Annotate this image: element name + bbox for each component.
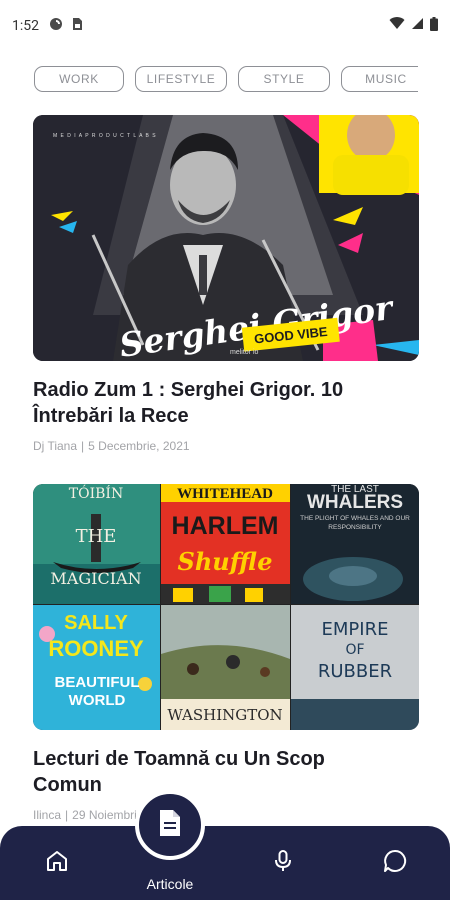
battery-icon [430,16,438,36]
article-meta: Dj Tiana | 5 Decembrie, 2021 [33,439,419,453]
meta-separator: | [81,439,85,453]
article-thumbnail[interactable]: TÓIBÍN THE MAGICIAN WHITEHEAD HARLEM Shu… [33,484,419,730]
article-card[interactable]: TÓIBÍN THE MAGICIAN WHITEHEAD HARLEM Shu… [33,484,419,822]
chip-style[interactable]: STYLE [238,66,330,92]
meta-separator: | [65,808,69,822]
category-chips: WORK LIFESTYLE STYLE MUSIC [34,66,418,92]
chat-icon [382,848,408,879]
nav-home[interactable] [42,848,72,878]
chip-music[interactable]: MUSIC [341,66,418,92]
svg-text:WASHINGTON: WASHINGTON [167,706,282,724]
svg-text:OF: OF [345,642,364,658]
svg-text:MAGICIAN: MAGICIAN [50,569,141,588]
nav-articole-button[interactable] [135,790,205,860]
chip-lifestyle[interactable]: LIFESTYLE [135,66,227,92]
article-card[interactable]: M E D I A P R O D U C T L A B S Serghei … [33,115,419,453]
nav-podcast[interactable] [268,848,298,878]
wifi-icon [389,17,405,35]
article-date: 5 Decembrie, 2021 [88,439,190,453]
svg-text:ROONEY: ROONEY [48,636,144,661]
document-icon [157,808,183,843]
bottom-navigation [0,826,450,900]
radio-zum-cover-image: M E D I A P R O D U C T L A B S Serghei … [33,115,419,361]
svg-text:RUBBER: RUBBER [318,661,392,682]
signal-icon [411,17,424,35]
article-title[interactable]: Lecturi de Toamnă cu Un Scop Comun [33,746,393,798]
svg-text:melitor io: melitor io [230,349,259,356]
svg-text:HARLEM: HARLEM [172,512,279,540]
article-title[interactable]: Radio Zum 1 : Serghei Grigor. 10 Întrebă… [33,377,393,429]
article-author: Ilinca [33,808,62,822]
home-icon [44,848,70,879]
status-time: 1:52 [12,18,39,34]
svg-text:THE: THE [76,526,117,547]
svg-text:TÓIBÍN: TÓIBÍN [69,484,123,502]
svg-text:WHALERS: WHALERS [307,492,403,513]
article-meta: Ilinca | 29 Noiembrie, 2021 [33,808,419,822]
svg-text:Shuffle: Shuffle [177,547,272,576]
nav-articole-label[interactable]: Articole [120,876,220,892]
sim-card-icon [71,17,83,36]
svg-text:WHITEHEAD: WHITEHEAD [177,486,273,502]
books-collage-image: TÓIBÍN THE MAGICIAN WHITEHEAD HARLEM Shu… [33,484,419,730]
status-bar: 1:52 [0,0,450,52]
nav-chat[interactable] [380,848,410,878]
data-saver-icon [49,17,63,36]
svg-text:EMPIRE: EMPIRE [322,619,389,640]
chip-work[interactable]: WORK [34,66,124,92]
article-author: Dj Tiana [33,439,78,453]
svg-text:SALLY: SALLY [64,612,128,634]
svg-text:M E D I A P R O D U C T L A: M E D I A P R O D U C T L A B S [53,133,157,139]
article-thumbnail[interactable]: M E D I A P R O D U C T L A B S Serghei … [33,115,419,361]
microphone-icon [270,848,296,879]
